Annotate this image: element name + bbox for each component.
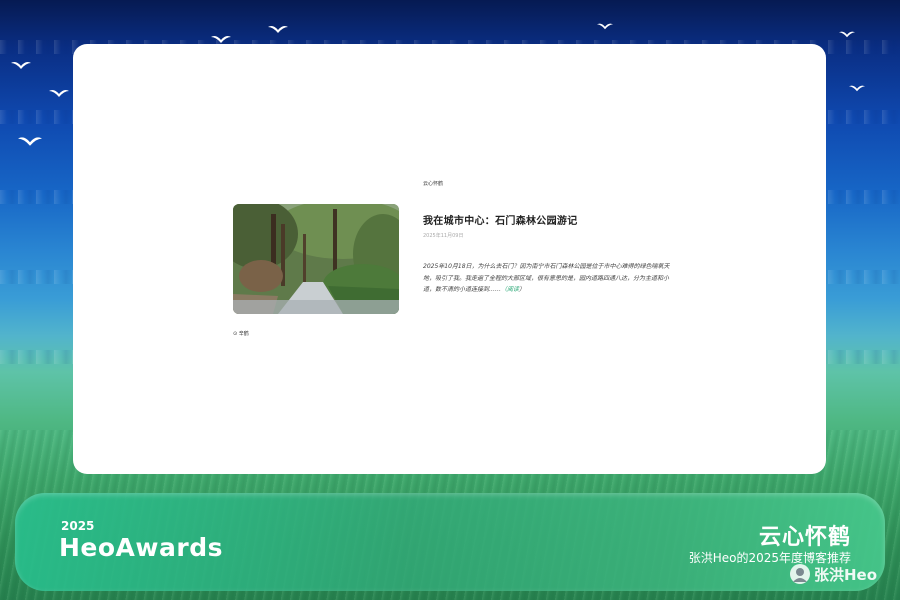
blog-preview-card: 云心怀鹤 我在城市中心：石门森林公园游记 2025年11月09日 2025年10… — [73, 44, 826, 474]
post-excerpt-text: 2025年10月18日，为什么去石门？因为南宁市石门森林公园是位于市中心难得的绿… — [423, 263, 670, 293]
award-banner: 2025 HeoAwards 云心怀鹤 张洪Heo的2025年度博客推荐 — [15, 493, 885, 591]
post-date: 2025年11月09日 — [423, 233, 464, 239]
forest-path-photo — [233, 204, 399, 314]
author-tag[interactable]: ⊙ 辛鹤 — [233, 330, 249, 337]
bird-icon — [267, 24, 289, 34]
bird-icon — [10, 60, 32, 70]
bird-icon — [848, 84, 866, 92]
bird-icon — [48, 88, 70, 98]
bird-icon — [210, 34, 232, 44]
site-name[interactable]: 云心怀鹤 — [423, 180, 443, 187]
bird-icon — [16, 135, 44, 147]
watermark: 张洪Heo — [790, 562, 877, 586]
post-thumbnail[interactable] — [233, 204, 399, 314]
post-excerpt: 2025年10月18日，为什么去石门？因为南宁市石门森林公园是位于市中心难得的绿… — [423, 261, 671, 296]
award-year: 2025 — [61, 519, 95, 533]
bird-icon — [838, 30, 856, 38]
award-logo-text: HeoAwards — [59, 533, 223, 562]
bird-icon — [596, 22, 614, 30]
awarded-blog-name: 云心怀鹤 — [758, 525, 851, 550]
award-background: 云心怀鹤 我在城市中心：石门森林公园游记 2025年11月09日 2025年10… — [0, 0, 900, 600]
read-more-link[interactable]: 阅读 — [507, 286, 519, 293]
watermark-text: 张洪Heo — [814, 565, 878, 584]
read-more-close: ） — [519, 286, 526, 293]
post-title[interactable]: 我在城市中心：石门森林公园游记 — [423, 212, 578, 227]
avatar-icon — [790, 564, 810, 584]
